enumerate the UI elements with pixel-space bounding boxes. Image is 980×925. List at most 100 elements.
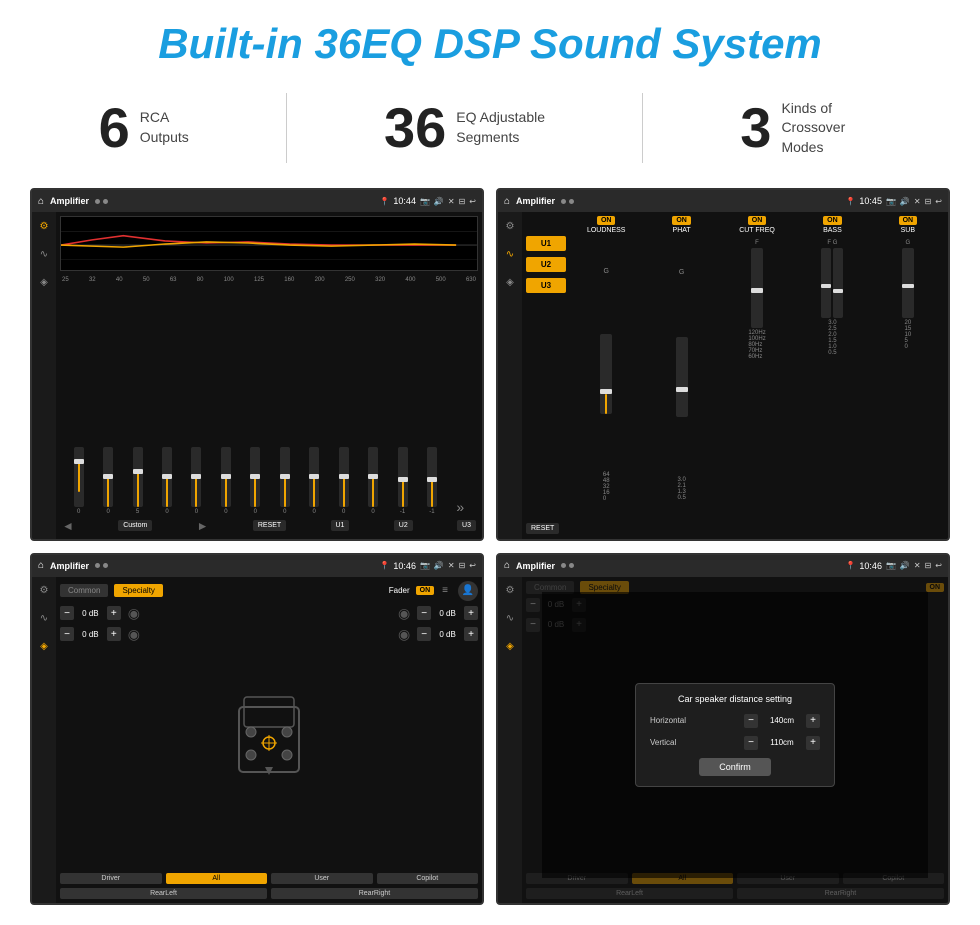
crossover-dots: [561, 199, 574, 204]
crossover-title: Amplifier: [516, 196, 555, 206]
zone-driver[interactable]: Driver: [60, 873, 162, 884]
distance-camera-icon: 📷: [886, 561, 896, 570]
fader-tab-common[interactable]: Common: [60, 584, 108, 597]
cutfreq-slider: [751, 248, 763, 328]
slider-thumb-8[interactable]: [280, 474, 290, 479]
fader-tab-specialty[interactable]: Specialty: [114, 584, 162, 597]
slider-thumb-10[interactable]: [339, 474, 349, 479]
slider-thumb-13[interactable]: [427, 477, 437, 482]
preset-u2[interactable]: U2: [526, 257, 566, 272]
fader-minus-r1[interactable]: −: [417, 606, 431, 620]
freq-500: 500: [436, 277, 446, 283]
zone-rearright[interactable]: RearRight: [271, 888, 478, 899]
sub-label-g: G: [905, 240, 910, 246]
slider-thumb-2[interactable]: [103, 474, 113, 479]
slider-track-12: [398, 447, 408, 507]
fader-on-badge[interactable]: ON: [416, 586, 435, 595]
loudness-label: LOUDNESS: [587, 227, 626, 234]
fader-sidebar-speaker-icon: ◈: [36, 639, 52, 655]
dialog-confirm-button[interactable]: Confirm: [699, 758, 771, 776]
sub-on-btn[interactable]: ON: [899, 216, 918, 225]
speaker-r-icon: ◉: [398, 605, 410, 622]
bass-on-btn[interactable]: ON: [823, 216, 842, 225]
distance-close-icon: ✕: [914, 561, 921, 570]
fader-sidebar-eq-icon: ⚙: [36, 583, 52, 599]
fader-plus-r2[interactable]: +: [464, 627, 478, 641]
slider-thumb-4[interactable]: [162, 474, 172, 479]
eq-next-btn[interactable]: »: [456, 499, 464, 515]
eq-reset-btn[interactable]: RESET: [253, 520, 286, 531]
slider-thumb-7[interactable]: [250, 474, 260, 479]
slider-track-11: [368, 447, 378, 507]
eq-u2-btn[interactable]: U2: [394, 520, 413, 531]
crossover-sidebar-speaker-icon: ◈: [502, 274, 518, 290]
fader-minus-2[interactable]: −: [60, 627, 74, 641]
eq-next-arrow[interactable]: ►: [197, 519, 209, 533]
fader-minus-1[interactable]: −: [60, 606, 74, 620]
fader-profile-icon: 👤: [458, 581, 478, 601]
dialog-vertical-minus[interactable]: −: [744, 736, 758, 750]
crossover-camera-icon: 📷: [886, 197, 896, 206]
screenshot-crossover: ⌂ Amplifier 📍 10:45 📷 🔊 ✕ ⊟ ↩: [496, 188, 950, 541]
freq-200: 200: [315, 277, 325, 283]
crossover-reset-btn[interactable]: RESET: [526, 523, 559, 534]
eq-slider-13: -1: [427, 447, 437, 515]
sub-thumb[interactable]: [902, 284, 914, 288]
zone-user[interactable]: User: [271, 873, 373, 884]
slider-thumb-1[interactable]: [74, 459, 84, 464]
slider-track-8: [280, 447, 290, 507]
crossover-main: U1 U2 U3 RESET ON LOUDNES: [522, 212, 948, 539]
eq-u3-btn[interactable]: U3: [457, 520, 476, 531]
fader-plus-2[interactable]: +: [107, 627, 121, 641]
stat-crossover-label: Kinds ofCrossover Modes: [781, 99, 881, 158]
preset-u1[interactable]: U1: [526, 236, 566, 251]
eq-back-icon: ↩: [469, 197, 476, 206]
fader-db-1: 0 dB: [77, 609, 104, 618]
bass-thumb-g[interactable]: [833, 289, 843, 293]
cutfreq-on-btn[interactable]: ON: [748, 216, 767, 225]
slider-thumb-5[interactable]: [191, 474, 201, 479]
slider-thumb-11[interactable]: [368, 474, 378, 479]
slider-thumb-12[interactable]: [398, 477, 408, 482]
fdot-1: [95, 563, 100, 568]
phat-thumb[interactable]: [676, 387, 688, 392]
stat-eq-label: EQ AdjustableSegments: [456, 108, 545, 147]
loudness-thumb[interactable]: [600, 389, 612, 394]
cutfreq-thumb[interactable]: [751, 288, 763, 293]
slider-track-3: [133, 447, 143, 507]
fader-topbar-right: 📍 10:46 📷 🔊 ✕ ⊟ ↩: [379, 561, 476, 571]
crossover-pin-icon: 📍: [845, 197, 855, 206]
loudness-on-btn[interactable]: ON: [597, 216, 616, 225]
dialog-horizontal-plus[interactable]: +: [806, 714, 820, 728]
dialog-horizontal-minus[interactable]: −: [744, 714, 758, 728]
fader-zones: Driver All User Copilot: [60, 873, 478, 884]
crossover-topbar-left: ⌂ Amplifier: [504, 196, 574, 207]
eq-sidebar-speaker-icon: ◈: [36, 274, 52, 290]
eq-minimize-icon: ⊟: [459, 197, 466, 206]
slider-track-2: [103, 447, 113, 507]
fader-minus-r2[interactable]: −: [417, 627, 431, 641]
zone-all[interactable]: All: [166, 873, 268, 884]
eq-u1-btn[interactable]: U1: [331, 520, 350, 531]
slider-thumb-9[interactable]: [309, 474, 319, 479]
fader-screen-content: ⚙ ∿ ◈ Common Specialty Fader ON ≡ 👤: [32, 577, 482, 904]
eq-custom-btn[interactable]: Custom: [118, 520, 152, 531]
dialog-vertical-plus[interactable]: +: [806, 736, 820, 750]
distance-minimize-icon: ⊟: [925, 561, 932, 570]
phat-on-btn[interactable]: ON: [672, 216, 691, 225]
eq-prev-arrow[interactable]: ◄: [62, 519, 74, 533]
crossover-back-icon: ↩: [935, 197, 942, 206]
fader-sidebar-wave-icon: ∿: [36, 611, 52, 627]
slider-fill-8: [284, 477, 286, 507]
bass-thumb-f[interactable]: [821, 284, 831, 288]
zone-copilot[interactable]: Copilot: [377, 873, 479, 884]
eq-slider-7: 0: [250, 447, 260, 515]
dist-on-badge: ON: [926, 583, 945, 592]
bass-fg-label: F G: [827, 240, 837, 246]
fader-plus-r1[interactable]: +: [464, 606, 478, 620]
zone-rearleft[interactable]: RearLeft: [60, 888, 267, 899]
preset-u3[interactable]: U3: [526, 278, 566, 293]
fader-plus-1[interactable]: +: [107, 606, 121, 620]
slider-thumb-6[interactable]: [221, 474, 231, 479]
slider-thumb-3[interactable]: [133, 469, 143, 474]
